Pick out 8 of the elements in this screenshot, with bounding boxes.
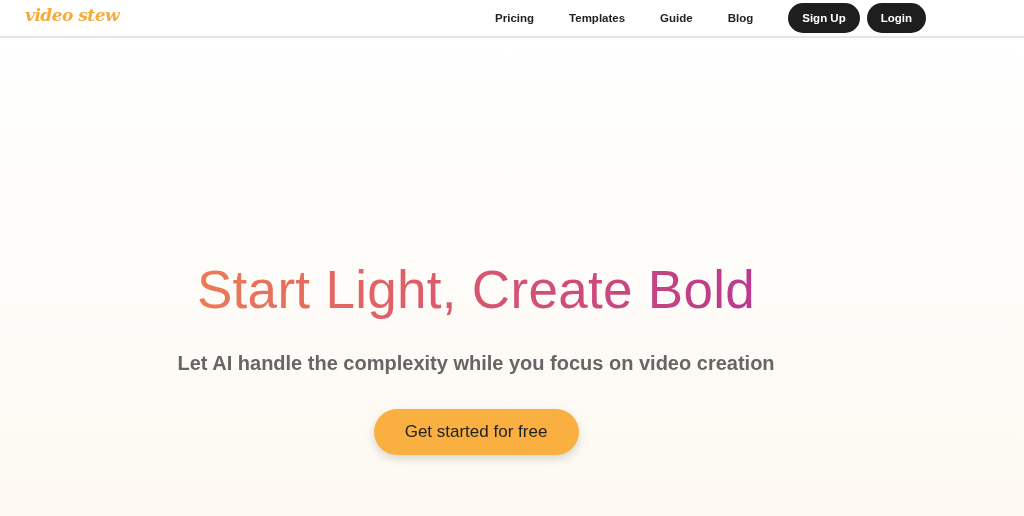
header-button[interactable]: Sign Up: [788, 3, 860, 33]
header-button[interactable]: Login: [866, 3, 926, 33]
nav-link[interactable]: Templates: [569, 12, 626, 24]
hero-subtitle: Let AI handle the complexity while you focus on video creation: [177, 352, 775, 375]
nav-link[interactable]: Blog: [727, 12, 754, 24]
nav-link[interactable]: Pricing: [495, 12, 535, 24]
get-started-button[interactable]: Get started for free: [373, 409, 579, 455]
nav-link[interactable]: Guide: [660, 12, 693, 24]
